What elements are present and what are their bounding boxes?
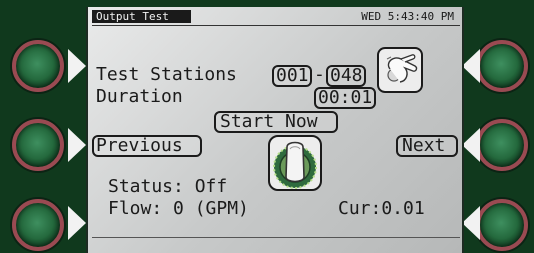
finger-press-dial-icon-graphic [273,141,317,189]
arrow-right-icon [68,49,86,83]
station-start-field[interactable]: 001 [272,65,312,87]
right-button-bottom-knob[interactable] [476,199,528,251]
hand-turning-knob-icon-graphic [386,54,418,83]
next-button[interactable]: Next [396,135,458,157]
arrow-left-icon [462,128,480,162]
clock: WED 5:43:40 PM [361,10,454,23]
left-button-bottom-knob[interactable] [12,199,64,251]
station-range-separator: - [314,64,325,85]
left-button-middle-knob[interactable] [12,119,64,171]
test-stations-label: Test Stations [96,64,237,85]
arrow-right-icon [68,206,86,240]
duration-field[interactable]: 00:01 [314,87,376,109]
header-bar: Output Test WED 5:43:40 PM [92,9,460,26]
finger-press-dial-icon[interactable] [268,135,322,191]
right-button-middle-knob[interactable] [476,119,528,171]
current-text: Cur:0.01 [338,198,425,219]
hand-turning-knob-icon[interactable] [377,47,423,93]
station-end-field[interactable]: 048 [326,65,366,87]
start-now-button[interactable]: Start Now [214,111,338,133]
arrow-left-icon [462,49,480,83]
lcd-screen: Output Test WED 5:43:40 PM Test Stations… [86,7,464,253]
status-text: Status: Off [108,176,228,197]
right-button-top-knob[interactable] [476,40,528,92]
arrow-right-icon [68,128,86,162]
previous-button[interactable]: Previous [92,135,202,157]
divider [92,237,460,238]
left-button-top-knob[interactable] [12,40,64,92]
duration-label: Duration [96,86,183,107]
flow-text: Flow: 0 (GPM) [108,198,249,219]
arrow-left-icon [462,206,480,240]
screen-title: Output Test [92,10,191,23]
